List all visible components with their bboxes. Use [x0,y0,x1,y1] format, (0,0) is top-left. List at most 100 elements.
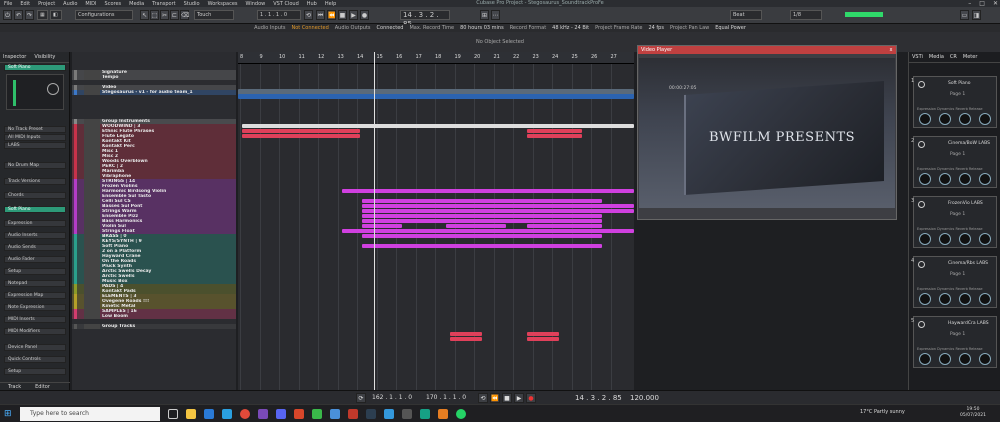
transport-rewind-icon[interactable]: ⏪ [490,393,500,403]
edge-icon[interactable] [330,409,340,419]
app-icon-7[interactable] [438,409,448,419]
transport-stop-icon[interactable]: ■ [502,393,512,403]
quick-control-knob-icon[interactable] [939,113,951,125]
quick-control-knob-icon[interactable] [959,353,971,365]
taskbar-search-input[interactable]: Type here to search [20,407,160,421]
section-notepad[interactable]: Notepad [4,280,66,287]
tab-editor[interactable]: Editor [35,383,50,390]
section-midi-modifiers[interactable]: MIDI Modifiers [4,328,66,335]
tempo-display[interactable]: 120.000 [630,393,659,403]
split-tool-icon[interactable]: ✂ [160,10,169,20]
quick-control-knob-icon[interactable] [959,293,971,305]
layout-icon[interactable]: ▦ [37,10,48,20]
section-midi-inserts[interactable]: MIDI Inserts [4,316,66,323]
menu-item-vst-cloud[interactable]: VST Cloud [269,1,303,7]
midi-part[interactable] [527,134,582,138]
section-setup-2[interactable]: Setup [4,368,66,375]
menu-item-midi[interactable]: MIDI [81,1,100,7]
midi-part[interactable] [242,134,360,138]
app-icon-1[interactable] [258,409,268,419]
event-display[interactable]: 8 9 10 11 12 13 14 15 16 17 18 19 20 21 22 23 24 25 26 27 [238,52,634,390]
discord-icon[interactable] [276,409,286,419]
snap-type-icon[interactable]: ⋯ [491,10,500,20]
menu-item-help[interactable]: Help [321,1,340,7]
windows-start-icon[interactable]: ⊞ [4,409,14,419]
midi-part[interactable] [450,332,482,336]
power-icon[interactable] [918,81,925,88]
quick-control-knob-icon[interactable] [939,293,951,305]
activate-project-icon[interactable]: ⏻ [3,10,12,20]
menu-item-project[interactable]: Project [34,1,59,7]
section-quick-controls[interactable]: Quick Controls [4,356,66,363]
tab-meter[interactable]: Meter [963,54,977,60]
quick-control-knob-icon[interactable] [979,113,991,125]
left-locator-field[interactable]: 1 . 1 . 1 . 0 [257,10,301,20]
quick-control-knob-icon[interactable] [959,113,971,125]
undo-icon[interactable]: ↶ [14,10,23,20]
midi-part[interactable] [527,337,559,341]
menu-item-studio[interactable]: Studio [180,1,204,7]
quick-control-knob-icon[interactable] [939,173,951,185]
tab-vsti[interactable]: VSTi [912,54,923,60]
lower-zone-toggle[interactable]: ▭ [960,10,969,20]
midi-part[interactable] [527,332,559,336]
quick-control-knob-icon[interactable] [959,173,971,185]
midi-part[interactable] [362,219,602,223]
midi-input-field[interactable]: All MIDI Inputs [4,134,66,141]
drum-map-field[interactable]: No Drum Map [4,162,66,169]
mail-icon[interactable] [204,409,214,419]
close-icon[interactable]: ✕ [993,0,998,7]
power-icon[interactable] [918,261,925,268]
section-audio-fader[interactable]: Audio Fader [4,256,66,263]
maximize-icon[interactable]: □ [979,0,985,7]
quick-control-knob-icon[interactable] [919,233,931,245]
cycle-icon[interactable]: ⟲ [304,10,313,20]
menu-item-media[interactable]: Media [125,1,148,7]
whatsapp-icon[interactable] [456,409,466,419]
pointer-tool-icon[interactable]: ↖ [140,10,149,20]
quick-control-knob-icon[interactable] [979,353,991,365]
store-icon[interactable] [222,409,232,419]
rewind-icon[interactable]: ⏪ [327,10,336,20]
task-view-icon[interactable] [168,409,178,419]
project-cursor[interactable] [374,52,375,390]
menu-item-transport[interactable]: Transport [148,1,179,7]
automation-mode[interactable]: Touch [194,10,234,20]
output-field[interactable]: LABS [4,142,66,149]
pan-knob-icon[interactable] [47,83,59,95]
midi-part[interactable] [450,337,482,341]
track-preset-field[interactable]: No Track Preset [4,126,66,133]
steam-icon[interactable] [366,409,376,419]
constrain-icon[interactable]: ↷ [25,10,34,20]
ruler[interactable]: 8 9 10 11 12 13 14 15 16 17 18 19 20 21 22 23 24 25 26 27 [238,52,634,64]
file-explorer-icon[interactable] [186,409,196,419]
transport-play-icon[interactable]: ▶ [514,393,524,403]
vsti-slot[interactable]: 1 Soft Piano Page 1 Expression Dynamics Rev… [911,76,997,128]
app-icon-5[interactable] [402,409,412,419]
cubase-icon[interactable] [294,409,304,419]
track-buttons[interactable] [84,75,100,80]
track-row[interactable]: Stegosaurus - v1 - for audio team_1 [72,90,236,95]
power-icon[interactable] [918,201,925,208]
tab-inspector[interactable]: Inspector [3,54,26,60]
midi-part[interactable] [527,224,602,228]
stop-icon[interactable]: ■ [338,10,347,20]
track-buttons[interactable] [84,324,100,329]
vsti-slot[interactable]: 4 Cinema/Rbs LABS Page 1 Expression Dynamic… [911,256,997,308]
chrome-icon[interactable] [240,409,250,419]
grid-type-dropdown[interactable]: Beat [730,10,762,20]
video-player-window[interactable]: Video Player x 00:00:27:05 BWFILM PRESEN… [637,45,897,220]
midi-part[interactable] [362,244,602,248]
transport-position[interactable]: 14 . 3 . 2 . 85 [575,393,622,403]
midi-part[interactable] [362,214,602,218]
inspector-fader-panel[interactable] [6,74,64,110]
midi-part[interactable] [242,124,634,128]
midi-part[interactable] [527,129,582,133]
erase-tool-icon[interactable]: ⌫ [180,10,189,20]
app-icon-3[interactable] [348,409,358,419]
midi-part[interactable] [242,129,360,133]
section-setup[interactable]: Setup [4,268,66,275]
midi-part[interactable] [362,224,402,228]
right-locator[interactable]: 170 . 1 . 1 . 0 [426,393,466,403]
tab-visibility[interactable]: Visibility [34,54,55,60]
